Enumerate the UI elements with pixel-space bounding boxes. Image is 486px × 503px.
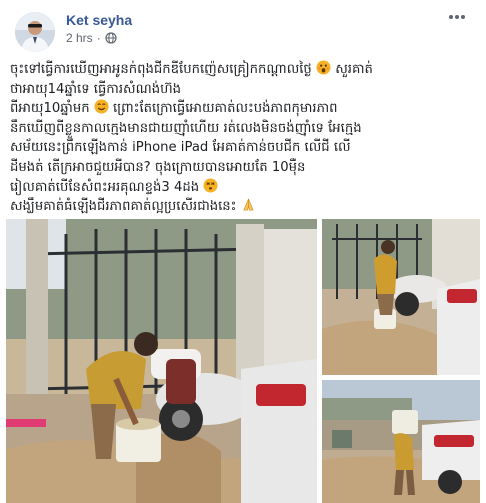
child-shoveling-photo [322,219,480,375]
post-text-line: ដីមងត់ តើក្រអាចជួយអីបាន? ចុងក្រោយបានអោយត… [10,159,306,175]
post-text-line: សង្ឃឹមគាត់ធំឡើងជីរភាពគាត់ល្អប្រសើរជាងនេះ [10,197,478,217]
photo-bottom-right[interactable] [322,380,480,503]
shocked-face-emoji [316,60,331,75]
folded-hands-emoji [243,198,254,211]
dizzy-face-emoji [203,178,218,193]
post-header: Ket seyha 2 hrs · [0,0,486,56]
post-time[interactable]: 2 hrs [66,31,93,45]
meta-separator: · [96,31,101,45]
globe-icon[interactable] [105,32,117,44]
child-carrying-sand-photo [6,219,317,503]
post-text-line: រៀលគាត់បើនែសំពះអរគុណខ្ទង់3 4ដង [10,178,478,198]
post-text-line: សម័យនេះព្រឹកឡើងកាន់ iPhone iPad អែគាត់កា… [10,140,351,156]
post-text-line: ចុះទៅធ្វើការឃើញអាអូនក់ពុងជីកឌីបែកញ៉េសគ្រ… [10,60,373,77]
post-meta: 2 hrs · [66,31,117,45]
avatar[interactable] [15,12,55,52]
photo-grid [6,219,480,503]
author-name[interactable]: Ket seyha [66,12,132,28]
profile-photo-icon [15,12,55,52]
child-carrying-bucket-photo [322,380,480,503]
photo-top-right[interactable] [322,219,480,375]
post-text: ចុះទៅធ្វើការឃើញអាអូនក់ពុងជីកឌីបែកញ៉េសគ្រ… [10,60,478,217]
photo-main[interactable] [6,219,317,503]
post-text-line: ថាអាយុ14ឆ្នាំទេ ធ្វើការសំណង់ហ៊ង [10,81,182,97]
smiling-face-emoji [94,99,109,114]
post-text-line: ពីអាយុ10ឆ្នាំមក ព្រោះតែក្រោធ្វើអោយគាត់លះ… [10,99,338,117]
more-options-icon[interactable] [446,8,468,26]
post-text-line: នឹកឃើញពីខ្លួនកាលក្មេងមានជាយញ៉ាំហើយ រត់លេ… [10,120,362,136]
